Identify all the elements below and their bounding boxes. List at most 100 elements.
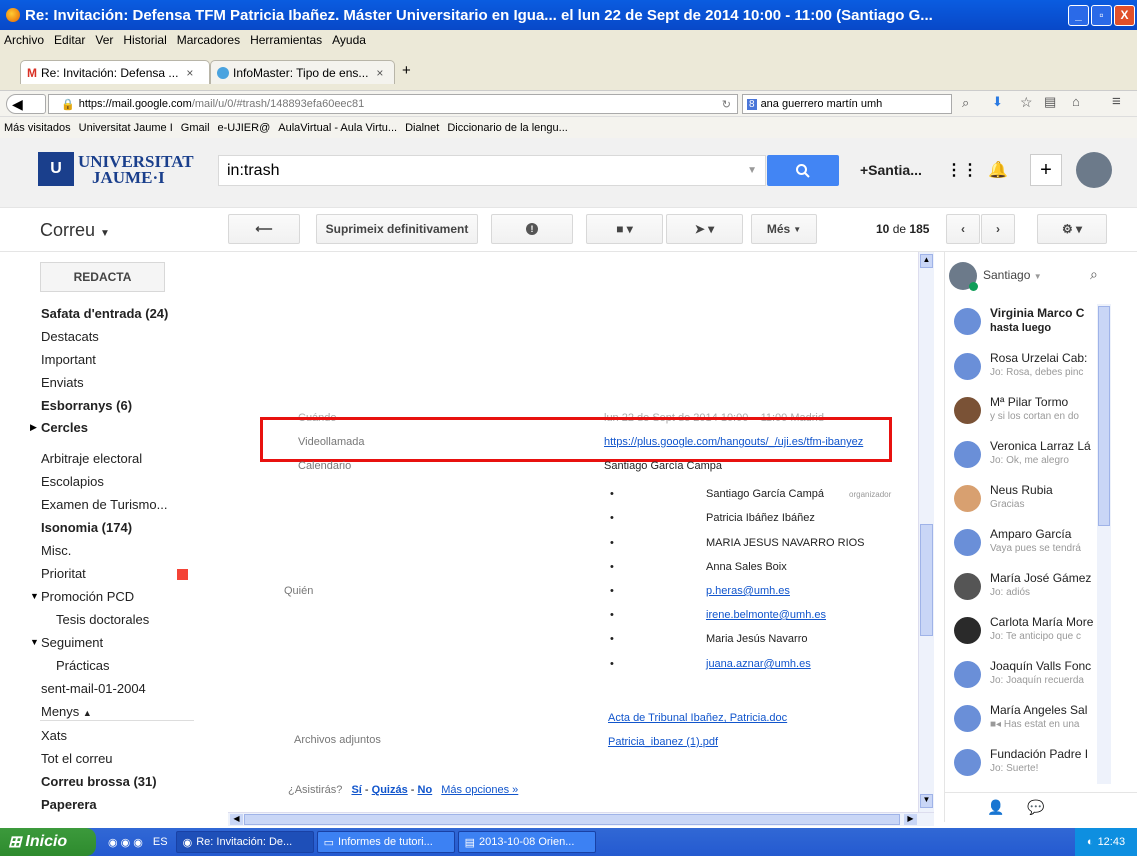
nav-prioritat[interactable]: Prioritat [41,566,86,581]
scroll-right-arrow[interactable]: ▶ [904,814,917,825]
nav-tesis[interactable]: Tesis doctorales [56,612,149,627]
search-options-icon[interactable]: ▼ [747,165,757,176]
nav-sent-mail[interactable]: sent-mail-01-2004 [41,681,146,696]
chat-scrollbar[interactable] [1097,304,1111,784]
nav-trash[interactable]: Paperera [41,797,97,812]
nav-examen[interactable]: Examen de Turismo... [41,497,167,512]
quick-launch-icons[interactable]: ◉ ◉ ◉ [108,836,143,849]
nav-circles[interactable]: Cercles [41,420,88,435]
collapse-icon[interactable]: ▼ [30,591,39,601]
email-scrollbar[interactable]: ▲ ▼ [918,252,934,812]
back-button[interactable]: ◀ [6,94,46,114]
scroll-thumb[interactable] [920,524,933,636]
chat-contact[interactable]: Rosa Urzelai Cab: Jo: Rosa, debes pinc [950,349,1100,391]
start-button[interactable]: ⊞ Inicio [0,828,96,856]
nav-seguiment[interactable]: Seguiment [41,635,103,650]
account-name[interactable]: +Santia... [860,162,922,178]
nav-promocion[interactable]: Promoción PCD [41,589,134,604]
rsvp-yes-link[interactable]: Sí [351,784,361,796]
attachment-pdf-link[interactable]: Patricia_ibanez (1).pdf [608,736,718,748]
attachment-doc-link[interactable]: Acta de Tribunal Ibañez, Patricia.doc [608,712,787,724]
bookmark-mas-visitados[interactable]: Más visitados [4,122,71,134]
hamburger-menu-icon[interactable]: ≡ [1112,93,1121,110]
newer-button[interactable]: ‹ [946,214,980,244]
search-icon[interactable]: ⌕ [962,95,969,111]
nav-important[interactable]: Important [41,352,96,367]
notifications-bell-icon[interactable]: 🔔 [988,160,1008,180]
tab-close-icon[interactable]: × [376,66,383,80]
nav-drafts[interactable]: Esborranys (6) [41,398,132,413]
chat-contact[interactable]: Mª Pilar Tormo y si los cortan en do [950,393,1100,435]
search-button[interactable] [767,155,839,186]
bookmark-uji[interactable]: Universitat Jaume I [79,122,173,134]
chat-scroll-thumb[interactable] [1098,306,1110,526]
menu-ayuda[interactable]: Ayuda [332,33,366,47]
account-avatar[interactable] [1076,152,1112,188]
bookmarks-menu-icon[interactable]: ▤ [1044,94,1056,110]
menu-herramientas[interactable]: Herramientas [250,33,322,47]
chat-search-icon[interactable]: ⌕ [1090,266,1098,283]
bookmark-diccionario[interactable]: Diccionario de la lengu... [447,122,567,134]
guest-email-link[interactable]: juana.aznar@umh.es [706,658,811,670]
nav-all-mail[interactable]: Tot el correu [41,751,113,766]
h-scroll-thumb[interactable] [244,814,900,825]
guest-email-link[interactable]: irene.belmonte@umh.es [706,609,826,621]
nav-inbox[interactable]: Safata d'entrada (24) [41,306,168,321]
chat-contact[interactable]: Amparo García Vaya pues se tendrá [950,525,1100,567]
reload-icon[interactable]: ↻ [722,98,731,111]
download-icon[interactable]: ⬇ [992,94,1003,110]
rsvp-maybe-link[interactable]: Quizás [372,784,408,796]
nav-practicas[interactable]: Prácticas [56,658,109,673]
expand-icon[interactable]: ▶ [30,422,37,433]
bookmark-aulavirtual[interactable]: AulaVirtual - Aula Virtu... [278,122,397,134]
my-chat-name[interactable]: Santiago ▼ [983,268,1042,282]
menu-marcadores[interactable]: Marcadores [177,33,240,47]
chat-contact[interactable]: Fundación Padre I Jo: Suerte! [950,745,1100,787]
search-input[interactable]: in:trash ▼ [218,155,766,186]
back-to-list-button[interactable]: ⟵ [228,214,300,244]
minimize-button[interactable]: _ [1068,4,1089,26]
guest-email-link[interactable]: p.heras@umh.es [706,585,790,597]
menu-ver[interactable]: Ver [95,33,113,47]
correu-menu[interactable]: Correu ▼ [40,220,110,241]
bookmark-star-icon[interactable]: ☆ [1020,94,1033,111]
bookmark-gmail[interactable]: Gmail [181,122,210,134]
nav-starred[interactable]: Destacats [41,329,99,344]
search-engine-input[interactable]: 8 ana guerrero martín umh [742,94,952,114]
close-window-button[interactable]: X [1114,4,1135,26]
scroll-down-arrow[interactable]: ▼ [920,794,933,808]
labels-button[interactable]: ➤ ▾ [666,214,743,244]
compose-button[interactable]: REDACTA [40,262,165,292]
nav-less[interactable]: Menys ▲ [41,704,92,719]
tab-close-icon[interactable]: × [186,66,193,80]
nav-spam[interactable]: Correu brossa (31) [41,774,157,789]
task-document[interactable]: ▤ 2013-10-08 Orien... [457,831,596,853]
language-indicator[interactable]: ES [153,836,168,848]
collapse-icon[interactable]: ▼ [30,637,39,647]
older-button[interactable]: › [981,214,1015,244]
share-add-button[interactable]: + [1030,154,1062,186]
scroll-left-arrow[interactable]: ◀ [230,814,243,825]
tab-infomaster[interactable]: InfoMaster: Tipo de ens... × [210,60,395,84]
nav-escolapios[interactable]: Escolapios [41,474,104,489]
nav-arbitraje[interactable]: Arbitraje electoral [41,451,142,466]
report-spam-button[interactable]: ! [491,214,573,244]
scroll-up-arrow[interactable]: ▲ [920,254,933,268]
chat-contact[interactable]: María Angeles Sal ■◂ Has estat en una [950,701,1100,743]
tab-gmail[interactable]: M Re: Invitación: Defensa ... × [20,60,210,84]
hangouts-icon[interactable]: 💬 [1027,799,1044,816]
menu-historial[interactable]: Historial [123,33,166,47]
menu-archivo[interactable]: Archivo [4,33,44,47]
nav-chats[interactable]: Xats [41,728,67,743]
settings-button[interactable]: ⚙ ▾ [1037,214,1107,244]
task-firefox[interactable]: ◉ Re: Invitación: De... [175,831,314,853]
nav-misc[interactable]: Misc. [41,543,71,558]
move-to-button[interactable]: ■ ▾ [586,214,663,244]
chat-contact[interactable]: Virginia Marco C hasta luego [950,304,1100,346]
maximize-button[interactable]: ▫ [1091,4,1112,26]
url-input[interactable]: 🔒 https://mail.google.com/mail/u/0/#tras… [48,94,738,114]
rsvp-more-link[interactable]: Más opciones » [441,784,518,796]
bookmark-dialnet[interactable]: Dialnet [405,122,439,134]
nav-sent[interactable]: Enviats [41,375,84,390]
delete-forever-button[interactable]: Suprimeix definitivament [316,214,478,244]
